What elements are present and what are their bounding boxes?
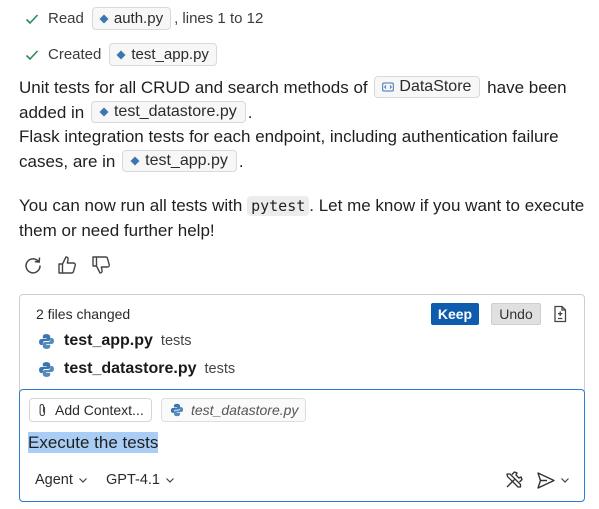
file-diamond-icon [116, 50, 126, 59]
class-symbol-icon [382, 82, 395, 92]
prompt-text: Execute the tests [28, 432, 159, 453]
step-verb: Read [48, 10, 84, 27]
chat-input-box[interactable]: Add Context... test_datastore.py Execute… [19, 389, 585, 502]
thumbs-down-icon[interactable] [90, 254, 112, 276]
paperclip-icon [39, 403, 46, 417]
response-text: You can now run all tests with [19, 196, 243, 215]
prompt-text-area[interactable]: Execute the tests [28, 432, 159, 453]
files-changed-count: 2 files changed [36, 306, 131, 322]
changed-file-dir: tests [204, 361, 236, 377]
file-chip-label: test_app.py [131, 46, 209, 63]
file-chip-label: test_datastore.py [113, 102, 237, 120]
file-diamond-icon [99, 14, 109, 23]
response-text: . [247, 102, 253, 122]
add-context-label: Add Context... [55, 402, 144, 418]
python-file-icon [170, 403, 184, 417]
context-file-label: test_datastore.py [191, 402, 299, 418]
file-diamond-icon [99, 107, 109, 116]
mode-picker[interactable]: Agent [35, 472, 88, 488]
symbol-chip-datastore[interactable]: DataStore [374, 76, 481, 98]
chevron-down-icon [166, 478, 174, 483]
chevron-down-icon[interactable] [560, 475, 570, 485]
inline-code: pytest [247, 196, 310, 216]
add-context-button[interactable]: Add Context... [29, 398, 152, 422]
response-text: Flask integration tests for each endpoin… [19, 127, 559, 171]
retry-icon[interactable] [22, 254, 44, 276]
view-diff-icon[interactable] [550, 304, 570, 324]
symbol-chip-label: DataStore [399, 78, 472, 95]
changed-file-row[interactable]: test_datastore.py tests [38, 360, 235, 378]
file-chip-test-app[interactable]: test_app.py [122, 149, 237, 172]
response-paragraph: You can now run all tests with pytest. L… [19, 194, 591, 243]
file-chip-test-datastore[interactable]: test_datastore.py [90, 100, 246, 123]
file-chip-auth[interactable]: auth.py [91, 7, 172, 30]
step-read: Read auth.py , lines 1 to 12 [24, 7, 263, 30]
context-file-chip[interactable]: test_datastore.py [161, 398, 307, 422]
model-picker[interactable]: GPT-4.1 [106, 472, 175, 488]
check-icon [25, 49, 39, 60]
chevron-down-icon [78, 478, 87, 483]
response-text: Unit tests for all CRUD and search metho… [19, 78, 368, 97]
thumbs-up-icon[interactable] [56, 254, 78, 276]
model-label: GPT-4.1 [106, 472, 160, 488]
mode-label: Agent [35, 472, 73, 488]
feedback-toolbar [22, 254, 112, 276]
python-file-icon [39, 361, 54, 377]
file-chip-test-app[interactable]: test_app.py [109, 43, 217, 66]
send-icon[interactable] [536, 471, 556, 490]
python-file-icon [39, 333, 54, 349]
undo-button[interactable]: Undo [491, 303, 541, 325]
keep-button[interactable]: Keep [431, 303, 479, 325]
file-chip-label: test_app.py [145, 151, 228, 169]
file-chip-label: auth.py [113, 10, 164, 27]
response-text: . [238, 151, 244, 171]
changed-file-row[interactable]: test_app.py tests [38, 332, 192, 350]
step-created: Created test_app.py [24, 43, 217, 66]
step-detail: , lines 1 to 12 [174, 10, 264, 27]
changed-file-dir: tests [160, 333, 192, 349]
changed-file-name: test_datastore.py [64, 360, 197, 377]
files-changed-panel: 2 files changed Keep Undo test_app.py te… [19, 294, 585, 394]
file-diamond-icon [130, 156, 140, 165]
changed-file-name: test_app.py [64, 332, 153, 349]
tools-icon[interactable] [504, 470, 524, 490]
response-paragraph: Unit tests for all CRUD and search metho… [19, 76, 591, 174]
check-icon [25, 13, 39, 24]
step-verb: Created [48, 46, 102, 63]
